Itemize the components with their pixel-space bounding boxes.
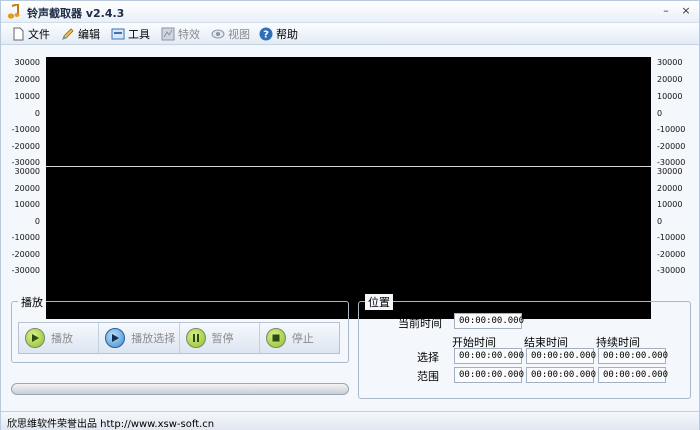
menu-view-label: 视图	[228, 28, 250, 41]
window-title: 铃声截取器 v2.4.3	[27, 7, 125, 20]
y-tick-left: 0	[34, 217, 40, 226]
menu-file[interactable]: 文件	[11, 25, 50, 43]
y-tick-right: 10000	[657, 92, 683, 101]
menu-edit-label: 编辑	[78, 28, 100, 41]
selection-end-field[interactable]: 00:00:00.000	[526, 348, 596, 364]
y-tick-right: 20000	[657, 75, 683, 84]
pause-button-label: 暂停	[211, 332, 234, 345]
menu-effects[interactable]: 特效	[161, 25, 200, 43]
y-tick-left: -30000	[11, 266, 40, 275]
stop-button-label: 停止	[291, 332, 314, 345]
current-time-label: 当前时间	[398, 317, 442, 330]
y-tick-left: 20000	[14, 75, 40, 84]
stop-button[interactable]: 停止	[259, 323, 339, 353]
music-note-icon	[7, 4, 20, 19]
y-tick-right: 10000	[657, 200, 683, 209]
pause-icon	[185, 328, 206, 348]
y-tick-right: -20000	[657, 250, 686, 259]
range-end-field: 00:00:00.000	[526, 367, 596, 383]
playback-group-title: 播放	[18, 294, 46, 310]
y-tick-left: 10000	[14, 92, 40, 101]
play-button[interactable]: 播放	[19, 323, 100, 353]
menu-help-label: 帮助	[276, 28, 298, 41]
y-tick-right: -10000	[657, 233, 686, 242]
menu-view[interactable]: 视图	[211, 25, 250, 43]
help-icon: ?	[259, 27, 273, 41]
channel-divider	[46, 166, 651, 167]
position-group-title: 位置	[365, 294, 393, 310]
y-tick-right: 20000	[657, 184, 683, 193]
menu-file-label: 文件	[28, 28, 50, 41]
y-tick-left: -20000	[11, 250, 40, 259]
y-tick-right: 30000	[657, 167, 683, 176]
current-time-field: 00:00:00.000	[454, 313, 524, 329]
play-icon	[25, 328, 45, 348]
menu-help[interactable]: ? 帮助	[259, 25, 298, 43]
menu-effects-label: 特效	[178, 28, 200, 41]
selection-row-label: 选择	[417, 351, 439, 364]
y-tick-right: -30000	[657, 266, 686, 275]
edit-icon	[62, 28, 74, 40]
y-tick-right: 0	[657, 109, 663, 118]
y-tick-left: 30000	[14, 167, 40, 176]
app-window: 铃声截取器 v2.4.3 – × 文件 编辑 工具 特效 视图 ? 帮助 300…	[0, 0, 700, 430]
status-text: 欣思维软件荣誉出品 http://www.xsw-soft.cn	[7, 419, 215, 430]
close-button[interactable]: ×	[679, 4, 693, 18]
menu-tools-label: 工具	[128, 28, 150, 41]
y-tick-right: -10000	[657, 125, 686, 134]
y-tick-right: 0	[657, 217, 663, 226]
y-tick-left: 30000	[14, 58, 40, 67]
play-selection-button[interactable]: 播放选择	[99, 323, 180, 353]
play-selection-button-label: 播放选择	[131, 332, 176, 345]
stop-icon	[265, 328, 286, 348]
menu-bar: 文件 编辑 工具 特效 视图 ? 帮助	[1, 23, 699, 45]
effects-icon	[161, 27, 175, 41]
menu-edit[interactable]: 编辑	[61, 25, 100, 43]
waveform-display[interactable]	[46, 57, 651, 319]
minimize-button[interactable]: –	[659, 4, 673, 18]
y-tick-left: -20000	[11, 142, 40, 151]
y-tick-left: -10000	[11, 233, 40, 242]
tools-icon	[111, 28, 125, 40]
playback-button-row: 播放 播放选择 暂停 停止	[18, 322, 340, 354]
y-tick-left: 0	[34, 109, 40, 118]
y-tick-left: -10000	[11, 125, 40, 134]
menu-tools[interactable]: 工具	[111, 25, 150, 43]
playback-group: 播放 播放 播放选择 暂停 停止	[11, 294, 349, 363]
svg-text:?: ?	[263, 30, 269, 41]
pause-button[interactable]: 暂停	[179, 323, 260, 353]
y-tick-right: -20000	[657, 142, 686, 151]
status-bar: 欣思维软件荣誉出品 http://www.xsw-soft.cn	[1, 411, 699, 430]
playback-progress-bar[interactable]	[11, 383, 349, 395]
y-tick-left: 10000	[14, 200, 40, 209]
selection-duration-field[interactable]: 00:00:00.000	[598, 348, 668, 364]
play-selection-icon	[105, 328, 126, 348]
range-start-field: 00:00:00.000	[454, 367, 524, 383]
play-button-label: 播放	[51, 332, 73, 345]
y-tick-left: 20000	[14, 184, 40, 193]
eye-icon	[211, 29, 225, 39]
selection-start-field[interactable]: 00:00:00.000	[454, 348, 524, 364]
file-icon	[13, 27, 24, 41]
y-tick-right: 30000	[657, 58, 683, 67]
range-duration-field: 00:00:00.000	[598, 367, 668, 383]
title-bar: 铃声截取器 v2.4.3 – ×	[1, 1, 699, 23]
range-row-label: 范围	[417, 370, 439, 383]
